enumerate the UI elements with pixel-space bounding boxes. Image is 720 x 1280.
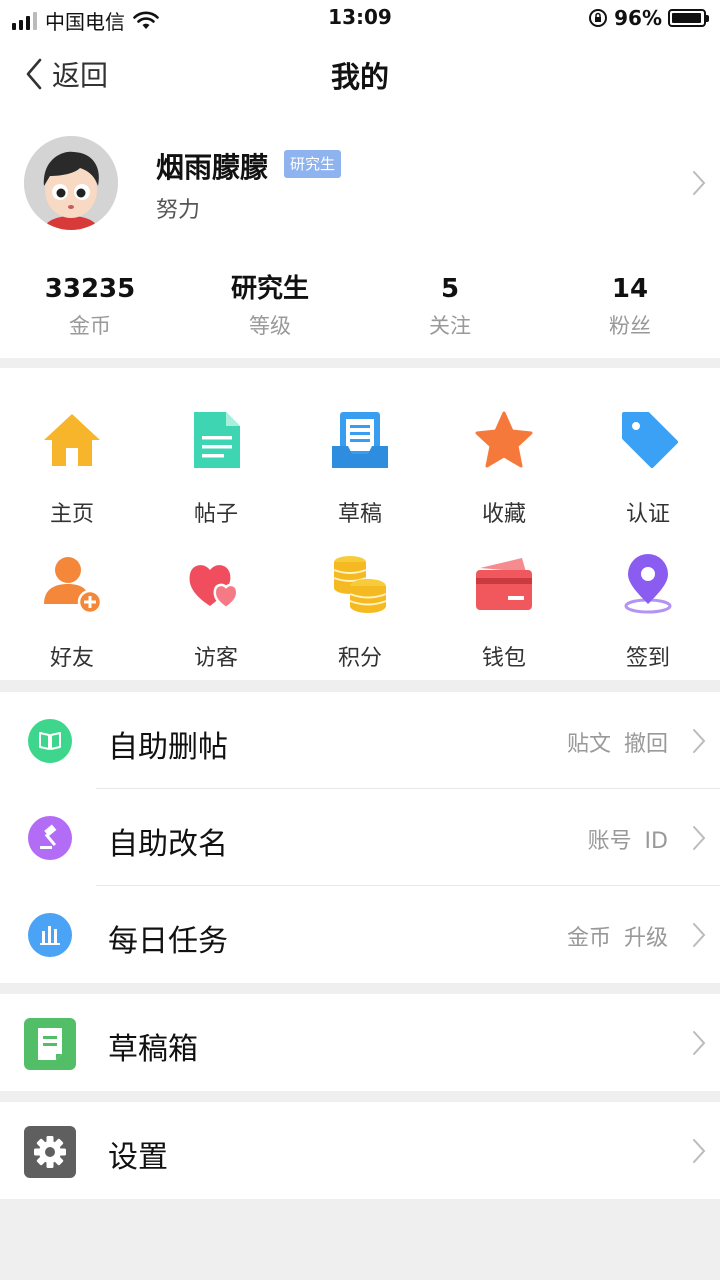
chevron-right-icon (693, 923, 706, 947)
menu-group-drafts: 草稿箱 (0, 994, 720, 1091)
avatar[interactable] (24, 136, 118, 230)
grid-item-posts[interactable]: 帖子 (144, 410, 288, 540)
profile-header[interactable]: 烟雨朦朦 研究生 努力 (0, 112, 720, 252)
stat-followers[interactable]: 14 粉丝 (540, 272, 720, 340)
star-icon (475, 411, 533, 468)
grid-label: 主页 (49, 502, 94, 527)
bar-chart-icon (28, 913, 72, 957)
grid-label: 钱包 (481, 646, 526, 671)
document-icon (194, 412, 240, 468)
menu-item-settings[interactable]: 设置 (0, 1102, 720, 1199)
grid-label: 收藏 (481, 502, 526, 527)
profile-card: 烟雨朦朦 研究生 努力 33235 金币 研究生 等级 5 关注 14 粉丝 (0, 112, 720, 358)
rotation-lock-icon (589, 9, 608, 27)
stat-label: 关注 (429, 314, 471, 338)
stat-value: 研究生 (230, 274, 309, 304)
grid-label: 访客 (193, 646, 238, 671)
grid-label: 积分 (337, 646, 382, 671)
menu-label: 每日任务 (108, 924, 228, 959)
grid-item-favorites[interactable]: 收藏 (432, 410, 576, 540)
nav-bar: 返回 我的 (0, 36, 720, 112)
grid-label: 草稿 (337, 502, 382, 527)
tag-icon (622, 412, 678, 468)
grid-item-visitors[interactable]: 访客 (144, 554, 288, 684)
page-title: 我的 (330, 60, 389, 94)
menu-group-tools: 自助删帖 贴文 撤回 自助改名 账号 ID 每日任务 金币 升级 (0, 692, 720, 983)
battery-icon (668, 9, 709, 27)
username: 烟雨朦朦 (156, 151, 269, 184)
menu-item-delete-post[interactable]: 自助删帖 贴文 撤回 (0, 692, 720, 789)
menu-label: 自助删帖 (108, 730, 228, 765)
add-friend-icon (44, 557, 102, 614)
level-badge: 研究生 (284, 150, 342, 178)
grid-label: 认证 (625, 502, 670, 527)
stat-label: 金币 (69, 314, 111, 338)
menu-label: 设置 (108, 1140, 168, 1175)
chevron-right-icon (693, 729, 706, 753)
grid-label: 帖子 (193, 502, 238, 527)
chevron-right-icon (693, 826, 706, 850)
gear-icon (24, 1126, 76, 1178)
menu-item-draft-box[interactable]: 草稿箱 (0, 994, 720, 1091)
menu-group-settings: 设置 (0, 1102, 720, 1199)
grid-item-drafts[interactable]: 草稿 (288, 410, 432, 540)
feature-grid: 主页 帖子 草稿 收藏 认证 好友 访客 积分 钱包 签到 (0, 368, 720, 680)
menu-hint: 账号 ID (587, 829, 668, 854)
grid-row: 好友 访客 积分 钱包 签到 (0, 554, 720, 684)
chevron-right-icon (693, 1139, 706, 1163)
stat-label: 等级 (249, 314, 291, 338)
hearts-icon (189, 565, 239, 610)
grid-item-checkin[interactable]: 签到 (576, 554, 720, 684)
grid-item-friends[interactable]: 好友 (0, 554, 144, 684)
draft-box-icon (24, 1018, 76, 1070)
menu-hint: 贴文 撤回 (567, 732, 668, 757)
wallet-card-icon (476, 558, 532, 610)
grid-item-verify[interactable]: 认证 (576, 410, 720, 540)
menu-hint: 金币 升级 (567, 926, 668, 951)
stat-label: 粉丝 (609, 314, 651, 338)
menu-item-daily-tasks[interactable]: 每日任务 金币 升级 (0, 886, 720, 983)
user-motto: 努力 (156, 198, 201, 223)
stat-value: 14 (611, 274, 649, 304)
grid-label: 好友 (49, 646, 94, 671)
stat-coins[interactable]: 33235 金币 (0, 272, 180, 340)
stat-following[interactable]: 5 关注 (360, 272, 540, 340)
menu-item-rename[interactable]: 自助改名 账号 ID (0, 789, 720, 886)
stats-row: 33235 金币 研究生 等级 5 关注 14 粉丝 (0, 272, 720, 340)
stat-level[interactable]: 研究生 等级 (180, 272, 360, 340)
menu-label: 自助改名 (108, 827, 228, 862)
battery-percent: 96% (614, 6, 662, 30)
grid-row: 主页 帖子 草稿 收藏 认证 (0, 410, 720, 540)
coins-icon (333, 556, 387, 613)
chevron-right-icon (693, 171, 706, 195)
grid-item-home[interactable]: 主页 (0, 410, 144, 540)
stat-value: 33235 (44, 274, 136, 304)
draft-tray-icon (332, 412, 388, 468)
status-bar: 中国电信 13:09 96% (0, 0, 720, 36)
book-icon (28, 719, 72, 763)
location-pin-icon (624, 554, 672, 614)
grid-item-wallet[interactable]: 钱包 (432, 554, 576, 684)
grid-label: 签到 (625, 646, 670, 671)
gavel-icon (28, 816, 72, 860)
menu-label: 草稿箱 (108, 1032, 198, 1067)
home-icon (44, 414, 100, 466)
chevron-right-icon (693, 1031, 706, 1055)
avatar-image (24, 136, 118, 230)
grid-item-points[interactable]: 积分 (288, 554, 432, 684)
stat-value: 5 (440, 274, 460, 304)
